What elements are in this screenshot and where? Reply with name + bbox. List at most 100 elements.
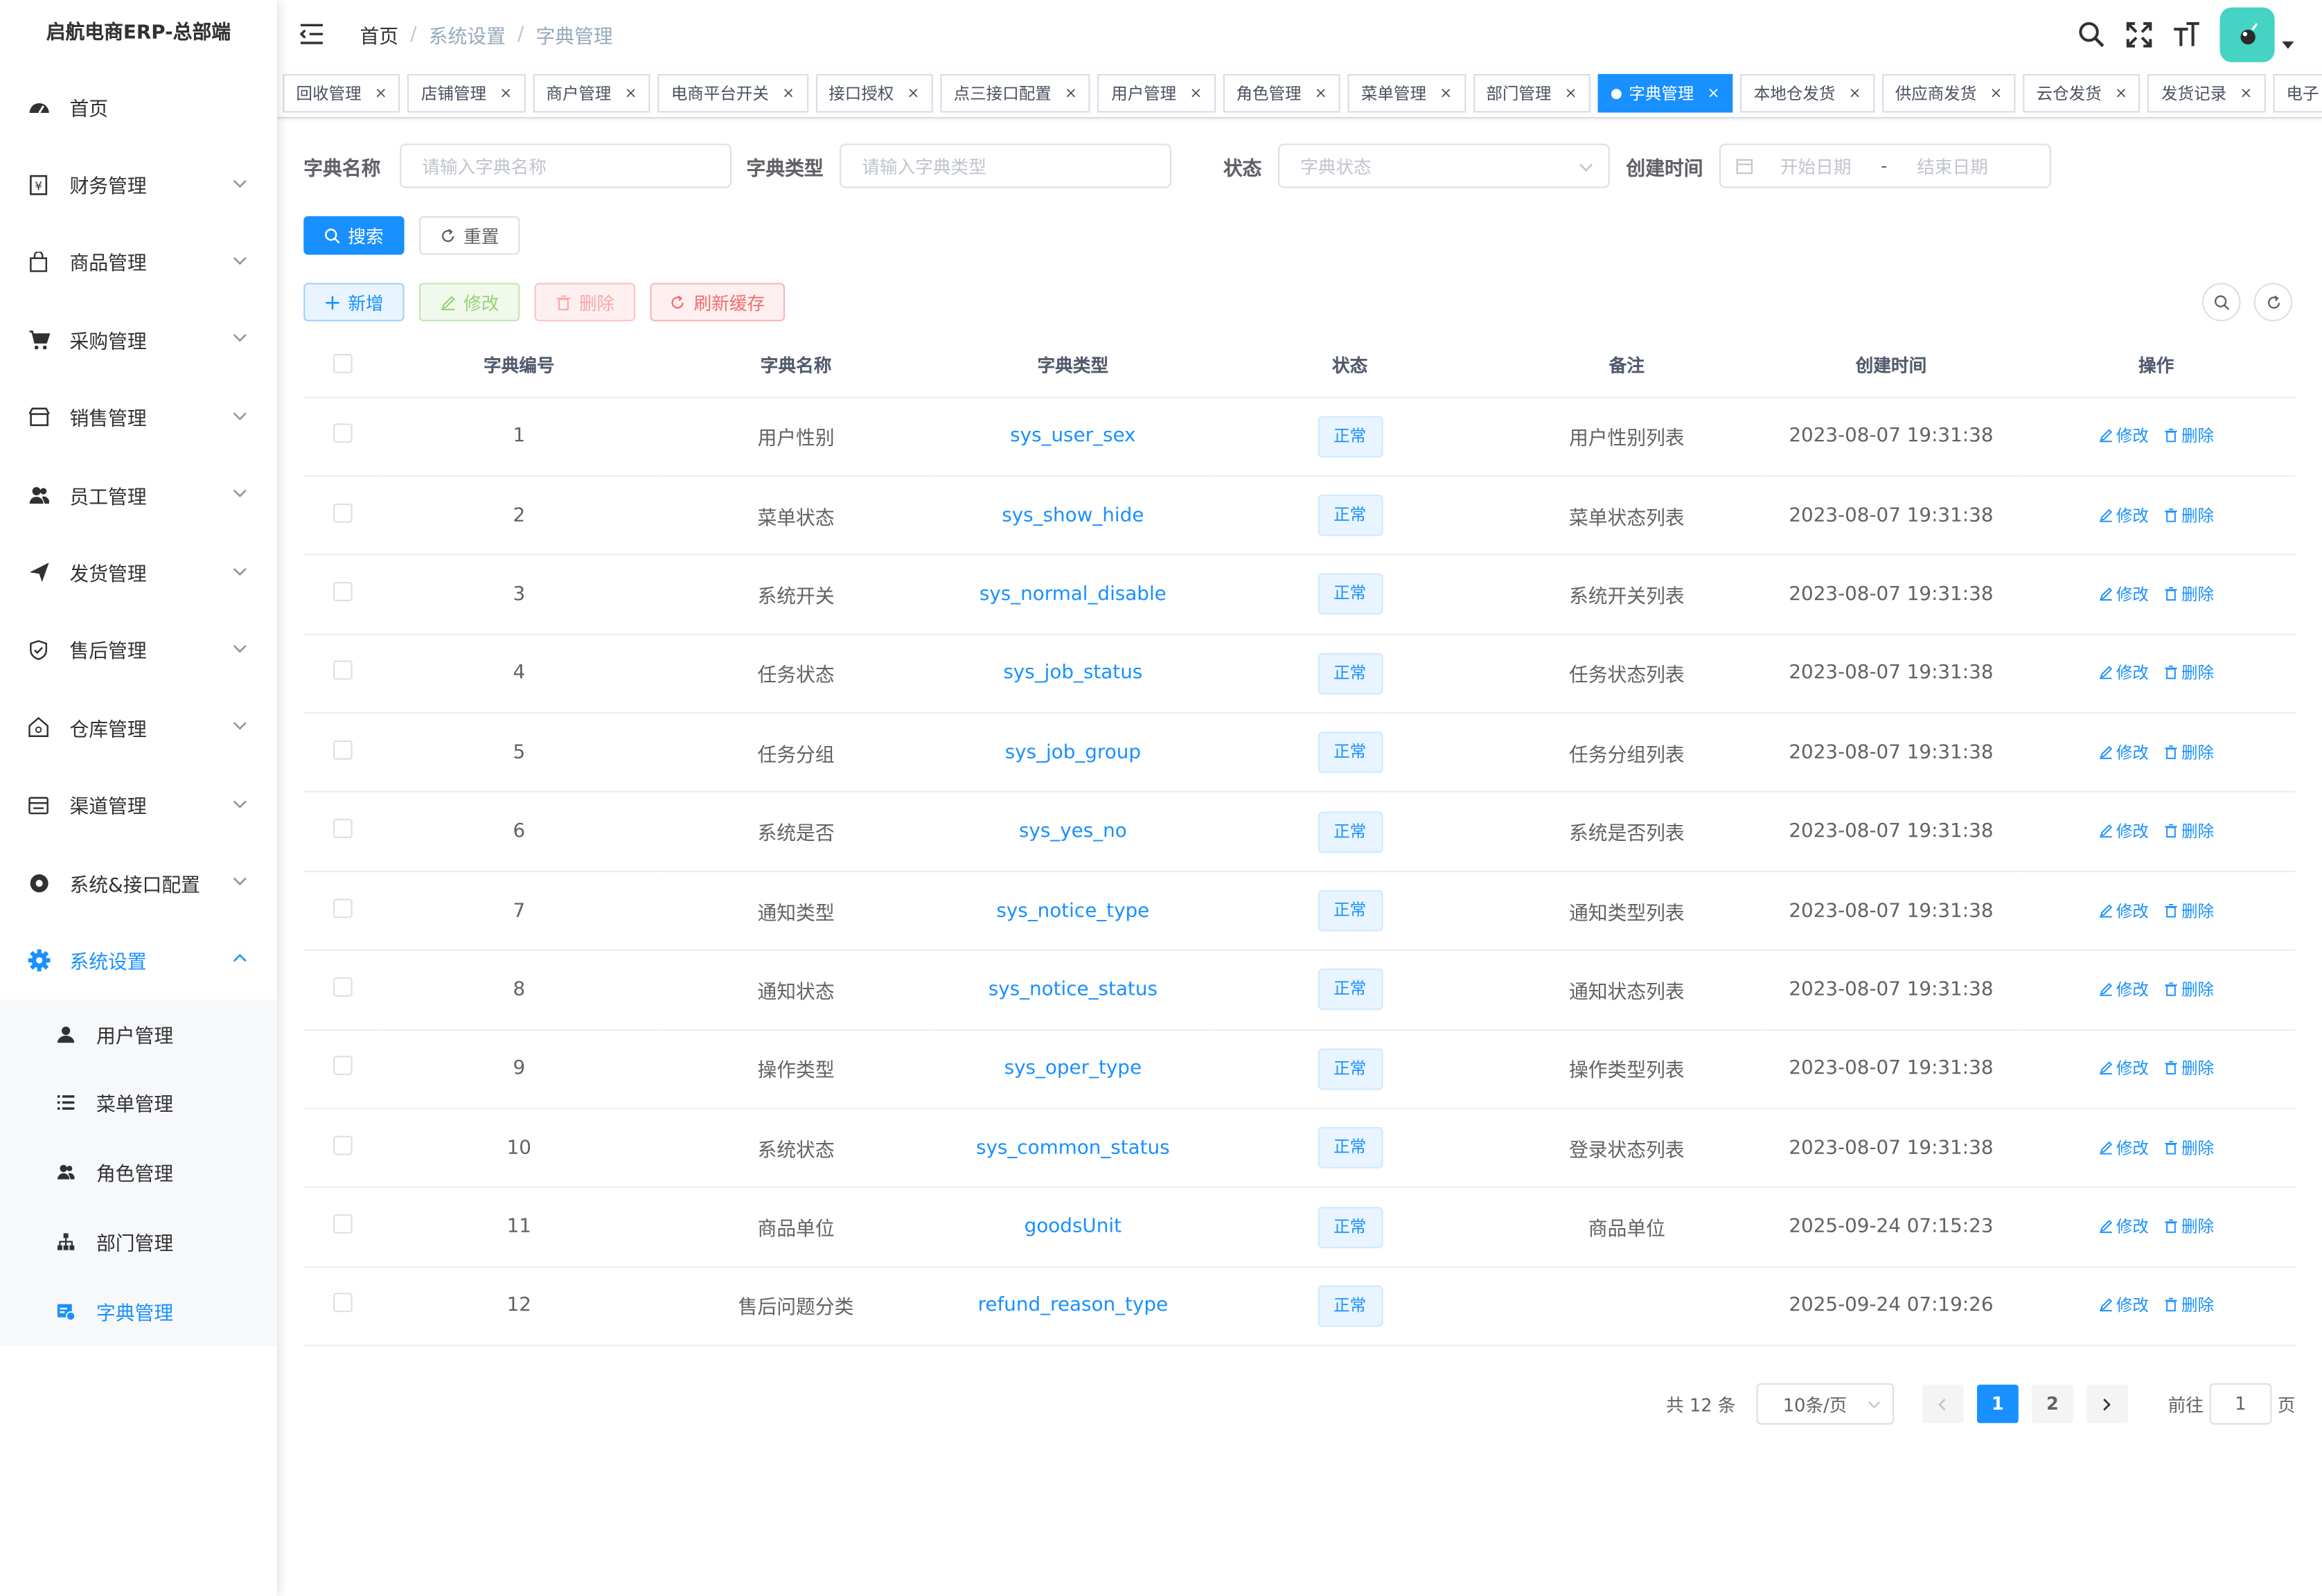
sidebar-item[interactable]: 系统&接口配置 xyxy=(0,844,277,921)
table-row[interactable]: 8 通知状态 sys_notice_status 正常 通知状态列表 2023-08-07… xyxy=(303,950,2296,1031)
row-edit-button[interactable]: 修改 xyxy=(2098,424,2149,447)
dict-type-link[interactable]: sys_normal_disable xyxy=(980,583,1167,605)
sidebar-item[interactable]: 首页 xyxy=(0,68,277,145)
close-icon[interactable]: × xyxy=(907,85,920,102)
row-edit-button[interactable]: 修改 xyxy=(2098,1214,2149,1238)
row-checkbox[interactable] xyxy=(332,898,352,918)
row-edit-button[interactable]: 修改 xyxy=(2098,740,2149,763)
add-button[interactable]: 新增 xyxy=(303,283,405,321)
close-icon[interactable]: × xyxy=(2115,85,2127,102)
sidebar-item[interactable]: 销售管理 xyxy=(0,378,277,456)
search-icon[interactable] xyxy=(2075,18,2107,51)
row-checkbox[interactable] xyxy=(332,423,352,443)
dict-type-link[interactable]: sys_job_group xyxy=(1005,742,1141,764)
sidebar-subitem[interactable]: 字典管理 xyxy=(0,1277,277,1346)
row-edit-button[interactable]: 修改 xyxy=(2098,661,2149,684)
sidebar-item[interactable]: 系统设置 xyxy=(0,921,277,999)
reset-button[interactable]: 重置 xyxy=(418,216,520,255)
table-row[interactable]: 3 系统开关 sys_normal_disable 正常 系统开关列表 2023-08-0… xyxy=(303,555,2296,635)
dict-type-link[interactable]: sys_job_status xyxy=(1003,662,1142,684)
row-checkbox[interactable] xyxy=(332,1135,352,1155)
dict-type-link[interactable]: sys_oper_type xyxy=(1004,1058,1142,1080)
sidebar-item[interactable]: 商品管理 xyxy=(0,223,277,301)
dict-type-link[interactable]: sys_notice_type xyxy=(996,900,1149,922)
row-delete-button[interactable]: 删除 xyxy=(2163,661,2214,684)
row-checkbox[interactable] xyxy=(332,661,352,681)
row-delete-button[interactable]: 删除 xyxy=(2163,740,2214,763)
sidebar-item[interactable]: ¥ 财务管理 xyxy=(0,145,277,223)
sidebar-item[interactable]: 仓库管理 xyxy=(0,689,277,766)
row-delete-button[interactable]: 删除 xyxy=(2163,898,2214,922)
row-checkbox[interactable] xyxy=(332,1293,352,1313)
sidebar-item[interactable]: 渠道管理 xyxy=(0,766,277,844)
row-delete-button[interactable]: 删除 xyxy=(2163,582,2214,605)
tag-item[interactable]: 电商平台开关 × xyxy=(657,73,808,113)
table-row[interactable]: 6 系统是否 sys_yes_no 正常 系统是否列表 2023-08-07 19:31:… xyxy=(303,792,2296,872)
tag-item[interactable]: 角色管理 × xyxy=(1223,73,1340,113)
tag-item[interactable]: 点三接口配置 × xyxy=(940,73,1091,113)
row-edit-button[interactable]: 修改 xyxy=(2098,1056,2149,1080)
row-edit-button[interactable]: 修改 xyxy=(2098,1135,2149,1159)
dict-type-link[interactable]: sys_show_hide xyxy=(1002,504,1144,526)
row-checkbox[interactable] xyxy=(332,819,352,839)
refresh-table-button[interactable] xyxy=(2253,283,2293,321)
dict-type-link[interactable]: refund_reason_type xyxy=(978,1295,1169,1317)
tag-item[interactable]: 云仓发货 × xyxy=(2023,73,2141,113)
dict-name-input[interactable]: 请输入字典名称 xyxy=(400,143,732,188)
close-icon[interactable]: × xyxy=(782,85,795,102)
row-checkbox[interactable] xyxy=(332,502,352,522)
row-checkbox[interactable] xyxy=(332,977,352,997)
close-icon[interactable]: × xyxy=(1189,85,1202,102)
dict-type-link[interactable]: sys_user_sex xyxy=(1010,425,1135,447)
next-page-button[interactable] xyxy=(2086,1384,2128,1424)
row-delete-button[interactable]: 删除 xyxy=(2163,1056,2214,1080)
row-edit-button[interactable]: 修改 xyxy=(2098,898,2149,922)
row-edit-button[interactable]: 修改 xyxy=(2098,582,2149,605)
status-select[interactable]: 字典状态 xyxy=(1278,143,1610,188)
table-row[interactable]: 11 商品单位 goodsUnit 正常 商品单位 2025-09-24 07:15:23… xyxy=(303,1187,2296,1268)
tag-item[interactable]: 菜单管理 × xyxy=(1347,73,1466,113)
row-delete-button[interactable]: 删除 xyxy=(2163,977,2214,1001)
tag-item[interactable]: 部门管理 × xyxy=(1473,73,1590,113)
tag-item[interactable]: 用户管理 × xyxy=(1097,73,1216,113)
row-delete-button[interactable]: 删除 xyxy=(2163,1293,2214,1317)
refresh-cache-button[interactable]: 刷新缓存 xyxy=(650,283,786,321)
close-icon[interactable]: × xyxy=(1565,85,1577,102)
date-range-picker[interactable]: 开始日期 - 结束日期 xyxy=(1719,143,2051,188)
avatar[interactable] xyxy=(2219,6,2275,62)
sidebar-subitem[interactable]: 部门管理 xyxy=(0,1207,277,1276)
row-checkbox[interactable] xyxy=(332,740,352,760)
row-delete-button[interactable]: 删除 xyxy=(2163,1135,2214,1159)
tag-item[interactable]: 发货记录 × xyxy=(2147,73,2266,113)
row-checkbox[interactable] xyxy=(332,1056,352,1076)
tag-item[interactable]: 供应商发货 × xyxy=(1881,73,2016,113)
table-row[interactable]: 10 系统状态 sys_common_status 正常 登录状态列表 2023-08-0… xyxy=(303,1108,2296,1189)
fullscreen-icon[interactable] xyxy=(2122,18,2154,51)
edit-button[interactable]: 修改 xyxy=(418,283,520,321)
search-button[interactable]: 搜索 xyxy=(303,216,405,255)
close-icon[interactable]: × xyxy=(1439,85,1452,102)
row-delete-button[interactable]: 删除 xyxy=(2163,1214,2214,1238)
dict-type-link[interactable]: sys_yes_no xyxy=(1019,821,1127,843)
close-icon[interactable]: × xyxy=(1708,85,1720,102)
table-row[interactable]: 9 操作类型 sys_oper_type 正常 操作类型列表 2023-08-07 19:… xyxy=(303,1029,2296,1110)
sidebar-subitem[interactable]: 用户管理 xyxy=(0,999,277,1068)
sidebar-item[interactable]: 员工管理 xyxy=(0,456,277,533)
select-all-checkbox[interactable] xyxy=(332,353,352,373)
hamburger-icon[interactable] xyxy=(298,19,328,49)
close-icon[interactable]: × xyxy=(1315,85,1327,102)
row-checkbox[interactable] xyxy=(332,1214,352,1234)
page-1-button[interactable]: 1 xyxy=(1976,1384,2019,1424)
table-row[interactable]: 5 任务分组 sys_job_group 正常 任务分组列表 2023-08-07 19:… xyxy=(303,713,2296,793)
tag-item[interactable]: 本地仓发货 × xyxy=(1740,73,1875,113)
prev-page-button[interactable] xyxy=(1922,1384,1964,1424)
table-row[interactable]: 2 菜单状态 sys_show_hide 正常 菜单状态列表 2023-08-07 19:… xyxy=(303,476,2296,556)
close-icon[interactable]: × xyxy=(499,85,512,102)
table-row[interactable]: 1 用户性别 sys_user_sex 正常 用户性别列表 2023-08-07 19:3… xyxy=(303,396,2296,477)
sidebar-item[interactable]: 售后管理 xyxy=(0,611,277,689)
sidebar-subitem[interactable]: 菜单管理 xyxy=(0,1068,277,1137)
tag-item[interactable]: 电子 xyxy=(2273,73,2322,113)
tag-item[interactable]: 接口授权 × xyxy=(815,73,933,113)
sidebar-item[interactable]: 采购管理 xyxy=(0,301,277,378)
page-2-button[interactable]: 2 xyxy=(2031,1384,2073,1424)
